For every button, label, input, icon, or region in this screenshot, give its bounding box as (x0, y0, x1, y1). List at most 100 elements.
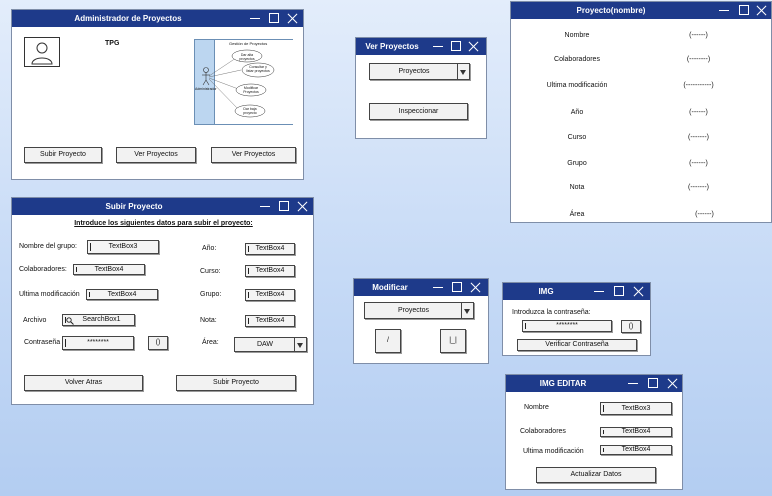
subir-proyecto-window: Subir Proyecto Introduce los siguientes … (11, 197, 314, 405)
admin-titlebar[interactable]: Administrador de Proyectos (12, 10, 303, 27)
detalle-label-area: Área (569, 211, 585, 218)
detalle-value-colaboradores: (--------) (686, 56, 711, 63)
modificar-window: Modificar Proyectos / |_| (353, 278, 489, 364)
subir-proyecto-button[interactable]: Subir Proyecto (24, 147, 102, 163)
minimize-icon[interactable] (258, 198, 272, 215)
area-dropdown-value: DAW (256, 341, 274, 348)
maximize-icon[interactable] (737, 2, 751, 19)
nombre-grupo-input[interactable]: TextBox3 (87, 240, 159, 254)
detalle-label-ano: Año (570, 109, 584, 116)
curso-input[interactable]: TextBox4 (245, 265, 295, 277)
proyecto-detalle-window: Proyecto(nombre) Nombre (------) Colabor… (510, 1, 772, 223)
detalle-label-nombre: Nombre (564, 32, 590, 39)
img-password-label: Introduzca la contraseña: (512, 309, 591, 316)
img-editar-label-colaboradores: Colaboradores (520, 428, 566, 435)
proyectos-dropdown[interactable]: Proyectos (369, 63, 470, 80)
img-editar-label-nombre: Nombre (524, 404, 549, 411)
minimize-icon[interactable] (431, 279, 445, 296)
modificar-proyectos-dropdown[interactable]: Proyectos (364, 302, 474, 319)
user-avatar-icon (24, 37, 60, 67)
edit-button[interactable]: / (375, 329, 401, 353)
close-icon[interactable] (467, 38, 481, 55)
ver-titlebar[interactable]: Ver Proyectos (356, 38, 486, 55)
img-editar-ultima-input[interactable]: TextBox4 (600, 445, 672, 455)
maximize-icon[interactable] (277, 198, 291, 215)
contrasena-input[interactable]: ******** (62, 336, 134, 350)
delete-button[interactable]: |_| (440, 329, 466, 353)
use-case-diagram: Gestión de Proyectos Administrador Dar a… (194, 39, 293, 125)
ver-proyectos-button-2[interactable]: Ver Proyectos (211, 147, 296, 163)
img-titlebar[interactable]: IMG (503, 283, 650, 300)
label-colaboradores: Colaboradores: (19, 266, 67, 273)
maximize-icon[interactable] (450, 279, 464, 296)
maximize-icon[interactable] (449, 38, 463, 55)
subir-title: Subir Proyecto (105, 202, 163, 211)
minimize-icon[interactable] (592, 283, 606, 300)
img-editar-colaboradores-input[interactable]: TextBox4 (600, 427, 672, 437)
detalle-titlebar[interactable]: Proyecto(nombre) (511, 2, 771, 19)
diagram-uc1: Dar alta proyectos (239, 53, 255, 61)
close-icon[interactable] (286, 10, 300, 27)
label-grupo: Grupo: (200, 291, 222, 298)
detalle-label-colaboradores: Colaboradores (554, 56, 600, 63)
close-icon[interactable] (666, 375, 680, 392)
label-ultima-modificacion: Ultima modificación (19, 291, 80, 298)
modificar-titlebar[interactable]: Modificar (354, 279, 488, 296)
detalle-label-curso: Curso (567, 134, 587, 141)
detalle-title: Proyecto(nombre) (576, 6, 646, 15)
close-icon[interactable] (469, 279, 483, 296)
subir-heading: Introduce los siguientes datos para subi… (74, 220, 253, 227)
colaboradores-input[interactable]: TextBox4 (73, 264, 145, 275)
img-show-password-button[interactable]: () (621, 320, 641, 333)
label-curso: Curso: (200, 268, 221, 275)
grupo-input[interactable]: TextBox4 (245, 289, 295, 301)
minimize-icon[interactable] (248, 10, 262, 27)
inspeccionar-button[interactable]: Inspeccionar (369, 103, 468, 120)
admin-window: Administrador de Proyectos TPG Gestión d… (11, 9, 304, 180)
chevron-down-icon[interactable] (457, 64, 469, 79)
img-editar-label-ultima: Ultima modificación (523, 448, 584, 455)
ano-input[interactable]: TextBox4 (245, 243, 295, 255)
maximize-icon[interactable] (612, 283, 626, 300)
label-area: Área: (202, 339, 219, 346)
close-icon[interactable] (755, 2, 769, 19)
show-password-button[interactable]: () (148, 336, 168, 350)
verificar-contrasena-button[interactable]: Verificar Contraseña (517, 339, 637, 351)
ver-proyectos-window: Ver Proyectos Proyectos Inspeccionar (355, 37, 487, 139)
chevron-down-icon[interactable] (461, 303, 473, 318)
img-editar-titlebar[interactable]: IMG EDITAR (506, 375, 682, 392)
label-nota: Nota: (200, 317, 217, 324)
area-dropdown[interactable]: DAW (234, 337, 307, 352)
minimize-icon[interactable] (431, 38, 445, 55)
img-password-input[interactable]: ******** (522, 320, 612, 332)
minimize-icon[interactable] (626, 375, 640, 392)
img-editar-window: IMG EDITAR Nombre TextBox3 Colaboradores… (505, 374, 683, 490)
chevron-down-icon[interactable] (294, 338, 306, 351)
detalle-value-nombre: (------) (689, 32, 708, 39)
close-icon[interactable] (632, 283, 646, 300)
detalle-value-ultima: (-----------) (683, 82, 714, 89)
subir-titlebar[interactable]: Subir Proyecto (12, 198, 313, 215)
maximize-icon[interactable] (646, 375, 660, 392)
ultima-modificacion-input[interactable]: TextBox4 (86, 289, 158, 300)
volver-atras-button[interactable]: Volver Atras (24, 375, 143, 391)
minimize-icon[interactable] (717, 2, 731, 19)
diagram-uc4: Dar baja proyecto (243, 107, 257, 115)
label-nombre-grupo: Nombre del grupo: (19, 243, 77, 250)
close-icon[interactable] (296, 198, 310, 215)
diagram-uc2: Consultar y listar proyectos (246, 65, 270, 73)
archivo-searchbox-text: SearchBox1 (82, 316, 121, 323)
detalle-value-area: (------) (695, 211, 714, 218)
detalle-label-grupo: Grupo (567, 160, 587, 167)
maximize-icon[interactable] (267, 10, 281, 27)
subir-proyecto-submit-button[interactable]: Subir Proyecto (176, 375, 296, 391)
archivo-searchbox[interactable]: SearchBox1 (62, 314, 135, 326)
nota-input[interactable]: TextBox4 (245, 315, 295, 327)
ver-proyectos-button[interactable]: Ver Proyectos (116, 147, 196, 163)
admin-title: Administrador de Proyectos (74, 14, 182, 23)
modificar-dropdown-value: Proyectos (397, 307, 430, 314)
img-editar-nombre-input[interactable]: TextBox3 (600, 402, 672, 415)
search-icon (66, 317, 74, 325)
modificar-title: Modificar (372, 283, 408, 292)
actualizar-datos-button[interactable]: Actualizar Datos (536, 467, 656, 483)
